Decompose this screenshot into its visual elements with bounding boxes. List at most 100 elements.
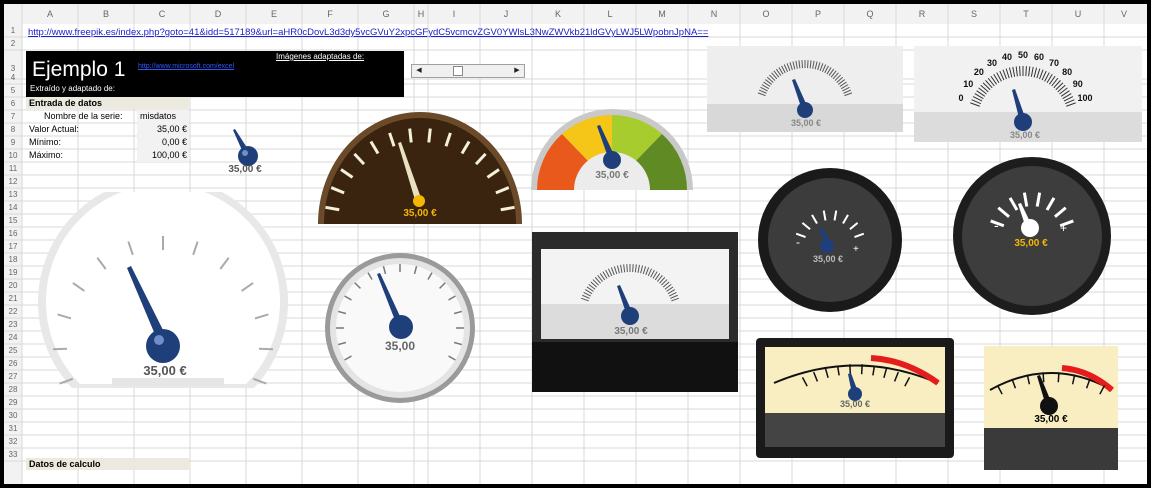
- column-header[interactable]: K: [532, 4, 584, 24]
- gauge-dark-round: - + 35,00 €: [756, 166, 904, 314]
- current-value[interactable]: 35,00 €: [137, 124, 187, 134]
- column-header[interactable]: I: [428, 4, 480, 24]
- column-header[interactable]: S: [948, 4, 1000, 24]
- column-header[interactable]: R: [896, 4, 948, 24]
- gauge-vu-meter: 35,00 €: [756, 338, 954, 458]
- needle-hub: [797, 102, 813, 118]
- plus-sign: +: [853, 244, 859, 255]
- row-header[interactable]: 26: [4, 357, 22, 370]
- column-header[interactable]: D: [190, 4, 246, 24]
- gauge-large-speedometer: 35,00 €: [32, 177, 294, 396]
- column-header[interactable]: M: [636, 4, 688, 24]
- row-header[interactable]: 18: [4, 253, 22, 266]
- gauge-value-label: 35,00 €: [790, 118, 822, 128]
- gauge-value-label: 35,00 €: [839, 399, 871, 409]
- page-title: Ejemplo 1: [32, 58, 126, 81]
- row-header[interactable]: 30: [4, 409, 22, 422]
- row-header[interactable]: 8: [4, 123, 22, 136]
- column-header[interactable]: G: [358, 4, 414, 24]
- gauge-value-label: 35,00 €: [1009, 130, 1041, 140]
- column-header[interactable]: E: [246, 4, 302, 24]
- microsoft-link[interactable]: http://www.microsoft.com/excel: [138, 62, 234, 72]
- row-header[interactable]: 11: [4, 162, 22, 175]
- row-header[interactable]: 28: [4, 383, 22, 396]
- row-header[interactable]: 33: [4, 448, 22, 461]
- row-header[interactable]: 13: [4, 188, 22, 201]
- row-header[interactable]: 17: [4, 240, 22, 253]
- column-header[interactable]: J: [480, 4, 532, 24]
- column-header[interactable]: L: [584, 4, 636, 24]
- column-header[interactable]: C: [134, 4, 190, 24]
- gauge-dark-round-orange: - + 35,00 €: [950, 156, 1114, 316]
- needle-hub: [146, 329, 180, 363]
- row-header[interactable]: 25: [4, 344, 22, 357]
- gauge-round-white: 35,00: [322, 250, 478, 406]
- row-header[interactable]: 31: [4, 422, 22, 435]
- row-header[interactable]: 23: [4, 318, 22, 331]
- column-header[interactable]: F: [302, 4, 358, 24]
- minimum-value[interactable]: 0,00 €: [137, 137, 187, 147]
- row-header[interactable]: 29: [4, 396, 22, 409]
- adapted-from-label: Extraído y adaptado de:: [30, 84, 115, 93]
- series-name-label: Nombre de la serie:: [44, 111, 123, 121]
- gauge-value-label: 35,00 €: [403, 208, 437, 219]
- gauge-numbered-meter: 0 10 20 30 40 50 60 70 80 90 100 35,00 €: [914, 46, 1142, 142]
- row-header[interactable]: 14: [4, 201, 22, 214]
- maximum-value[interactable]: 100,00 €: [137, 150, 187, 160]
- column-header[interactable]: N: [688, 4, 740, 24]
- plus-sign: +: [1060, 221, 1067, 235]
- column-header[interactable]: T: [1000, 4, 1052, 24]
- row-header[interactable]: 22: [4, 305, 22, 318]
- tick-mark: [1057, 372, 1060, 383]
- row-header[interactable]: 19: [4, 266, 22, 279]
- column-header[interactable]: B: [78, 4, 134, 24]
- value-scrollbar[interactable]: ◀ ▶: [411, 64, 525, 78]
- gauge-value-label: 35,00 €: [143, 363, 187, 378]
- gauge-value-label: 35,00 €: [1014, 238, 1048, 249]
- row-header[interactable]: 2: [4, 37, 22, 50]
- gauge-framed-panel-drawing: [532, 232, 738, 392]
- gauge-framed-panel: 35,00 €: [532, 232, 738, 392]
- column-header[interactable]: O: [740, 4, 792, 24]
- series-name-value[interactable]: misdatos: [140, 111, 176, 121]
- row-header[interactable]: 12: [4, 175, 22, 188]
- minimum-label: Mínimo:: [29, 137, 62, 147]
- row-header[interactable]: 10: [4, 149, 22, 162]
- row-header[interactable]: 7: [4, 110, 22, 123]
- row-header[interactable]: 1: [4, 24, 22, 37]
- gauge-color-zones: 35,00 €: [529, 94, 695, 192]
- scroll-thumb[interactable]: [452, 66, 463, 76]
- row-header[interactable]: 9: [4, 136, 22, 149]
- column-header[interactable]: A: [22, 4, 78, 24]
- row-header[interactable]: 32: [4, 435, 22, 448]
- row-header[interactable]: 4: [4, 71, 22, 84]
- column-header[interactable]: P: [792, 4, 844, 24]
- row-header[interactable]: 24: [4, 331, 22, 344]
- scale-label: 100: [1077, 93, 1093, 104]
- row-header[interactable]: 20: [4, 279, 22, 292]
- input-section-header: Entrada de datos: [29, 98, 103, 108]
- gauge-dark-round-drawing: - +: [758, 168, 902, 312]
- source-url-link[interactable]: http://www.freepik.es/index.php?goto=41&…: [28, 27, 708, 38]
- scale-label: 80: [1062, 66, 1073, 77]
- row-header[interactable]: 27: [4, 370, 22, 383]
- column-header[interactable]: U: [1052, 4, 1104, 24]
- row-header[interactable]: 21: [4, 292, 22, 305]
- scroll-left-button[interactable]: ◀: [413, 65, 425, 77]
- tick-mark: [408, 128, 413, 143]
- needle-hub: [1021, 219, 1039, 237]
- gauge-value-label: 35,00 €: [812, 254, 844, 264]
- column-header[interactable]: V: [1104, 4, 1144, 24]
- column-header[interactable]: Q: [844, 4, 896, 24]
- tick-mark: [849, 364, 852, 375]
- needle-hub: [389, 315, 413, 339]
- needle-hub: [238, 146, 258, 166]
- row-header[interactable]: 6: [4, 97, 22, 110]
- needle-hub: [621, 307, 639, 325]
- scroll-right-button[interactable]: ▶: [511, 65, 523, 77]
- column-header[interactable]: H: [414, 4, 428, 24]
- gauge-small-needle: 35,00 €: [192, 100, 272, 180]
- row-header[interactable]: 16: [4, 227, 22, 240]
- row-header[interactable]: 5: [4, 84, 22, 97]
- row-header[interactable]: 15: [4, 214, 22, 227]
